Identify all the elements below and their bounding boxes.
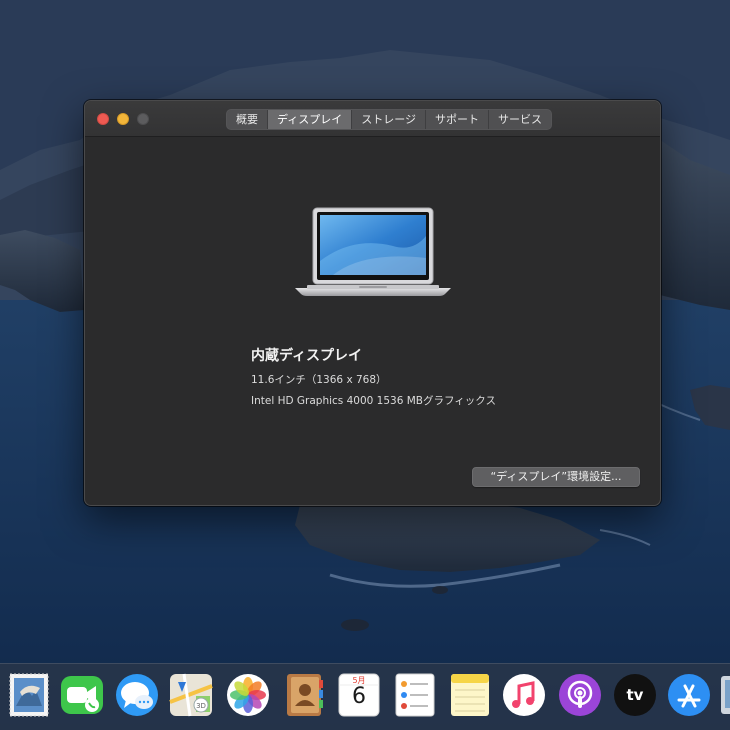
dock-item-calendar[interactable]: 5月 6 [336, 672, 382, 718]
tv-label: tv [626, 686, 644, 704]
app-store-icon [668, 674, 710, 716]
graphics-info: Intel HD Graphics 4000 1536 MBグラフィックス [251, 395, 496, 407]
zoom-button [137, 113, 149, 125]
display-size: 11.6インチ（1366 x 768） [251, 374, 387, 386]
tab-storage[interactable]: ストレージ [352, 110, 427, 129]
tab-displays[interactable]: ディスプレイ [268, 110, 353, 129]
laptop-icon [295, 207, 451, 296]
dock: 3D 5月 6 tv [0, 663, 730, 730]
close-button[interactable] [97, 113, 109, 125]
segmented-tab-bar: 概要 ディスプレイ ストレージ サポート サービス [226, 109, 553, 130]
contacts-icon [287, 674, 323, 716]
dock-item-preview[interactable] [719, 672, 730, 718]
dock-item-podcasts[interactable] [557, 672, 603, 718]
tab-overview[interactable]: 概要 [227, 110, 268, 129]
dock-item-tv[interactable]: tv [612, 672, 658, 718]
mail-stamp-icon [9, 673, 49, 717]
reminders-icon [395, 673, 435, 717]
dock-item-maps[interactable]: 3D [168, 672, 214, 718]
dock-item-notes[interactable] [447, 672, 493, 718]
dock-item-photos[interactable] [225, 672, 271, 718]
macbook-air-illustration [293, 206, 453, 298]
dock-item-contacts[interactable] [281, 672, 327, 718]
maps-icon: 3D [169, 673, 213, 717]
dock-item-music[interactable] [501, 672, 547, 718]
dock-item-reminders[interactable] [392, 672, 438, 718]
dock-item-messages[interactable] [114, 672, 160, 718]
svg-text:3D: 3D [196, 702, 206, 710]
tab-service[interactable]: サービス [489, 110, 551, 129]
podcasts-icon [559, 674, 601, 716]
music-icon [503, 674, 545, 716]
preview-icon [721, 676, 730, 714]
minimize-button[interactable] [117, 113, 129, 125]
display-name: 内蔵ディスプレイ [251, 348, 363, 364]
calendar-day: 6 [352, 684, 366, 709]
messages-icon [116, 674, 158, 716]
photos-icon [227, 674, 269, 716]
window-titlebar[interactable]: 概要 ディスプレイ ストレージ サポート サービス [85, 101, 660, 137]
dock-item-facetime[interactable] [59, 672, 105, 718]
dock-item-mail[interactable] [6, 672, 52, 718]
dock-item-app-store[interactable] [666, 672, 712, 718]
notes-icon [451, 674, 489, 716]
display-preferences-button[interactable]: “ディスプレイ”環境設定... [472, 467, 640, 487]
about-this-mac-window: 概要 ディスプレイ ストレージ サポート サービス 内蔵ディスプレイ 11.6イ… [84, 100, 661, 506]
facetime-icon [61, 676, 103, 714]
tab-support[interactable]: サポート [426, 110, 490, 129]
